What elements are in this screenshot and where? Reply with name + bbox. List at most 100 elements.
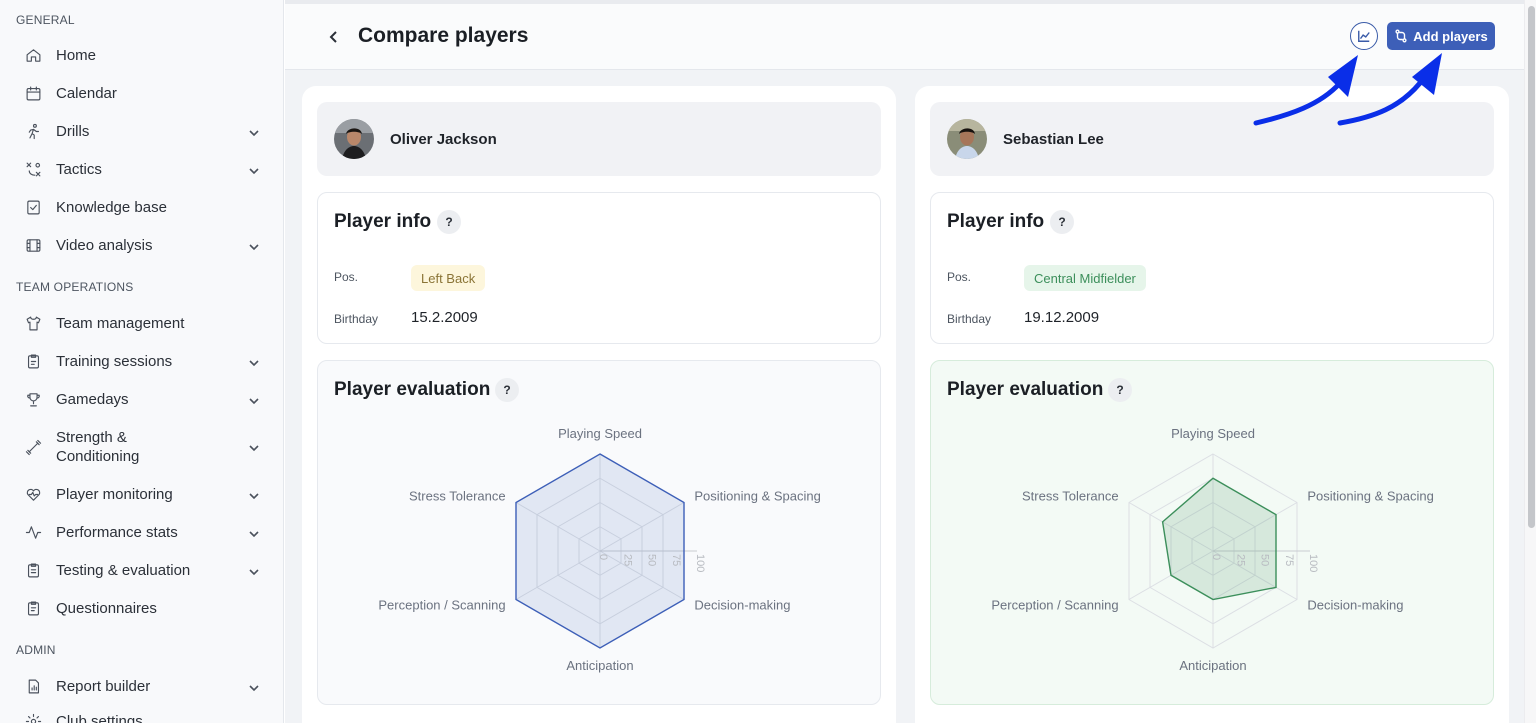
radar-tick-label: 50 — [646, 554, 658, 566]
chevron-down-icon[interactable] — [248, 565, 260, 577]
page-title: Compare players — [358, 24, 529, 47]
section-label-team-operations: TEAM OPERATIONS — [16, 280, 134, 294]
sidebar-item-label-line2: Conditioning — [56, 448, 140, 465]
radar-tick-label: 0 — [597, 554, 609, 560]
player-evaluation-title: Player evaluation — [947, 379, 1104, 400]
sidebar-item-gamedays[interactable]: Gamedays — [16, 390, 268, 409]
chevron-down-icon[interactable] — [248, 394, 260, 406]
radar-axis-label: Positioning & Spacing — [694, 489, 820, 504]
sidebar-item-knowledge-base[interactable]: Knowledge base — [16, 198, 268, 217]
sidebar-item-label-line1: Strength & — [56, 429, 127, 446]
help-button[interactable]: ? — [1108, 378, 1132, 402]
chevron-left-icon — [329, 31, 337, 43]
sidebar-item-label: Player monitoring — [56, 486, 173, 503]
chevron-down-icon[interactable] — [248, 489, 260, 501]
sidebar-item-calendar[interactable]: Calendar — [16, 84, 268, 103]
sidebar-item-performance-stats[interactable]: Performance stats — [16, 523, 268, 542]
back-button[interactable] — [325, 28, 343, 46]
settings-icon — [24, 713, 42, 723]
radar-tick-label: 75 — [670, 554, 682, 566]
page-header: Compare players Add players — [285, 0, 1524, 70]
sidebar-item-player-monitoring[interactable]: Player monitoring — [16, 485, 268, 504]
add-players-label: Add players — [1413, 28, 1488, 44]
radar-axis-label: Positioning & Spacing — [1307, 489, 1433, 504]
sidebar-item-team-management[interactable]: Team management — [16, 314, 268, 333]
radar-axis-label: Decision-making — [694, 598, 790, 613]
sidebar-item-label: Knowledge base — [56, 199, 167, 216]
shirt-icon — [24, 315, 42, 333]
radar-series-area — [515, 453, 685, 649]
sidebar-item-video-analysis[interactable]: Video analysis — [16, 236, 268, 255]
radar-series-area — [1161, 477, 1277, 601]
chevron-down-icon[interactable] — [248, 527, 260, 539]
chevron-down-icon[interactable] — [248, 441, 260, 453]
sidebar-item-label: Video analysis — [56, 237, 153, 254]
radar-axis-label: Perception / Scanning — [991, 598, 1118, 613]
activity-icon — [24, 524, 42, 542]
sidebar-item-report-builder[interactable]: Report builder — [16, 677, 268, 696]
home-icon — [24, 47, 42, 65]
sidebar: GENERAL Home Calendar Drills Tactics Kno… — [0, 0, 284, 723]
radar-axis-label: Perception / Scanning — [378, 598, 505, 613]
birthday-value: 15.2.2009 — [411, 309, 478, 326]
birthday-label: Birthday — [334, 312, 379, 326]
help-button[interactable]: ? — [437, 210, 461, 234]
radar-axis-label: Anticipation — [1179, 658, 1246, 673]
radar-chart: 0 25 50 75 100 Playing Speed Positioning & Spa… — [991, 426, 1433, 673]
player-card[interactable]: Sebastian Lee — [930, 102, 1494, 176]
chevron-down-icon[interactable] — [248, 164, 260, 176]
sidebar-item-label: Club settings — [56, 713, 143, 723]
chart-view-button[interactable] — [1350, 22, 1378, 50]
sidebar-item-label: Training sessions — [56, 353, 173, 370]
sidebar-item-testing-evaluation[interactable]: Testing & evaluation — [16, 561, 268, 580]
help-button[interactable]: ? — [495, 378, 519, 402]
sidebar-item-label: Performance stats — [56, 524, 178, 541]
radar-axis-label: Playing Speed — [558, 426, 642, 441]
chevron-down-icon[interactable] — [248, 356, 260, 368]
player-evaluation-card: Player evaluation ? 0 25 50 75 100 Playing Sp… — [930, 360, 1494, 705]
scrollbar-thumb[interactable] — [1528, 6, 1535, 528]
sidebar-item-label: Questionnaires — [56, 600, 157, 617]
sidebar-item-strength-conditioning[interactable]: Strength & Conditioning — [16, 428, 268, 466]
tactics-icon — [24, 161, 42, 179]
dumbbell-icon — [24, 438, 42, 456]
sidebar-item-tactics[interactable]: Tactics — [16, 160, 268, 179]
sidebar-item-club-settings[interactable]: Club settings — [16, 712, 268, 723]
birthday-label: Birthday — [947, 312, 992, 326]
section-label-admin: ADMIN — [16, 643, 56, 657]
player-card[interactable]: Oliver Jackson — [317, 102, 881, 176]
player-name: Sebastian Lee — [1003, 130, 1104, 148]
chevron-down-icon[interactable] — [248, 126, 260, 138]
player-evaluation-title: Player evaluation — [334, 379, 491, 400]
player-column-2: Sebastian Lee Player info ? Pos. Central… — [915, 86, 1509, 723]
scrollbar[interactable] — [1524, 0, 1536, 723]
calendar-icon — [24, 85, 42, 103]
sidebar-item-label: Gamedays — [56, 391, 129, 408]
position-badge: Left Back — [411, 265, 486, 291]
position-label: Pos. — [947, 270, 972, 284]
radar-tick-label: 75 — [1283, 554, 1295, 566]
chevron-down-icon[interactable] — [248, 240, 260, 252]
sidebar-item-label: Drills — [56, 123, 90, 140]
player-column-1: Oliver Jackson Player info ? Pos. Left B… — [302, 86, 896, 723]
radar-axis-label: Decision-making — [1307, 598, 1403, 613]
help-button[interactable]: ? — [1050, 210, 1074, 234]
chevron-down-icon[interactable] — [248, 681, 260, 693]
sidebar-item-home[interactable]: Home — [16, 46, 268, 65]
add-players-button[interactable]: Add players — [1387, 22, 1495, 50]
player-info-card: Player info ? Pos. Left Back Birthday 15… — [317, 192, 881, 344]
player-info-title: Player info — [334, 211, 432, 232]
compare-arrows-icon — [1395, 29, 1407, 43]
sidebar-item-label: Strength & Conditioning — [56, 428, 139, 466]
radar-axis-label: Playing Speed — [1171, 426, 1255, 441]
radar-tick-label: 25 — [1234, 554, 1246, 566]
sidebar-item-training-sessions[interactable]: Training sessions — [16, 352, 268, 371]
birthday-value: 19.12.2009 — [1024, 309, 1100, 326]
radar-tick-label: 0 — [1210, 554, 1222, 560]
sidebar-item-drills[interactable]: Drills — [16, 122, 268, 141]
section-label-general: GENERAL — [16, 13, 75, 27]
sidebar-item-questionnaires[interactable]: Questionnaires — [16, 599, 268, 618]
film-icon — [24, 237, 42, 255]
app-root: GENERAL Home Calendar Drills Tactics Kno… — [0, 0, 1536, 723]
compare-content: Oliver Jackson Player info ? Pos. Left B… — [285, 70, 1524, 723]
